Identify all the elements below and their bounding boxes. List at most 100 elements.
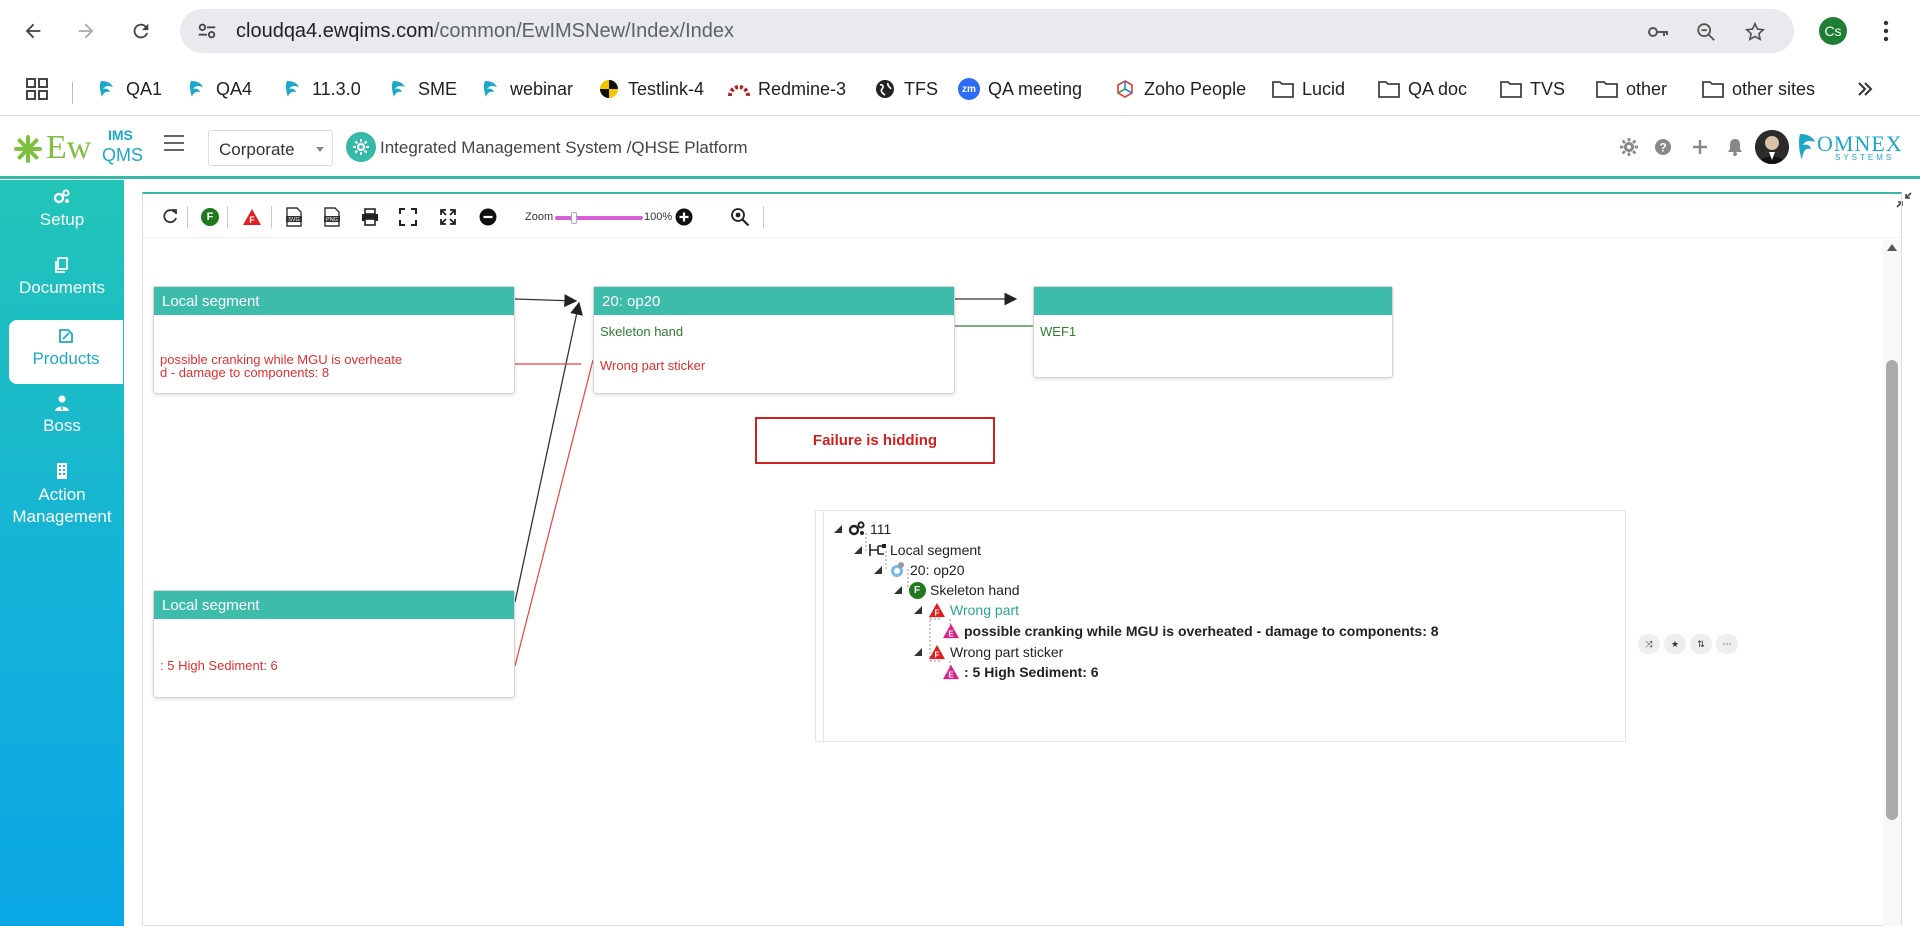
bookmark-zoho-people[interactable]: Zoho People [1114, 74, 1246, 104]
function-filter-button[interactable]: F [199, 206, 221, 228]
zoom-in-button[interactable] [673, 206, 695, 228]
sidebar-item-action-management[interactable]: Action Management [0, 462, 124, 528]
scroll-up-icon[interactable] [1887, 244, 1897, 251]
notification-bell-icon[interactable] [1724, 136, 1746, 158]
structure-tree-panel: 111 Local segment 20: op20 F Skeleton ha… [815, 510, 1738, 743]
chevron-down-icon [316, 147, 324, 152]
tree-node-effect-1[interactable]: E possible cranking while MGU is overhea… [942, 621, 1439, 641]
refresh-button[interactable] [159, 206, 181, 228]
forward-button[interactable] [68, 13, 104, 49]
failure-hidden-notice: Failure is hidding [755, 417, 995, 464]
node-failure-effect-line: d - damage to components: 8 [160, 365, 330, 380]
toolbar-separator [187, 206, 188, 228]
bookmark-tvs[interactable]: TVS [1500, 74, 1565, 104]
back-button[interactable] [15, 13, 51, 49]
node-wef1[interactable]: WEF1 [1033, 286, 1393, 378]
folder-icon [1596, 78, 1618, 100]
omnex-logo-subtext: SYSTEMS [1835, 153, 1895, 162]
node-op20[interactable]: 20: op20 Skeleton hand Wrong part sticke… [593, 286, 955, 394]
tree-node-local-segment[interactable]: Local segment [854, 540, 981, 560]
password-key-icon[interactable] [1646, 20, 1670, 44]
bookmark-qa-doc[interactable]: QA doc [1378, 74, 1467, 104]
corporate-select[interactable]: Corporate [208, 130, 333, 166]
site-settings-icon[interactable] [196, 20, 218, 47]
tree-toggle-icon [834, 525, 842, 533]
fit-screen-button[interactable] [397, 206, 419, 228]
bookmark-redmine[interactable]: Redmine-3 [728, 74, 846, 104]
bookmark-testlink[interactable]: Testlink-4 [598, 74, 704, 104]
tree-node-label: 111 [870, 521, 892, 537]
tree-node-function[interactable]: F Skeleton hand [894, 580, 1020, 600]
menu-toggle-icon[interactable] [164, 135, 184, 153]
bookmark-other-sites[interactable]: other sites [1702, 74, 1815, 104]
search-zoom-button[interactable] [729, 206, 751, 228]
more-bookmarks-icon[interactable] [1856, 74, 1874, 104]
expand-arrows-icon [440, 209, 456, 225]
node-function-line: WEF1 [1040, 324, 1077, 339]
tree-node-label: Wrong part sticker [950, 644, 1064, 660]
address-bar[interactable]: cloudqa4.ewqims.com/common/EwIMSNew/Inde… [180, 9, 1794, 53]
add-icon[interactable] [1689, 136, 1711, 158]
bookmark-qa4[interactable]: QA4 [186, 74, 252, 104]
settings-gear-icon[interactable] [1618, 136, 1640, 158]
function-f-icon: F [201, 208, 219, 226]
node-local-segment-d[interactable]: Local segment : 5 High Sediment: 6 [153, 590, 515, 698]
browser-menu-icon[interactable] [1872, 17, 1900, 45]
tree-node-operation[interactable]: 20: op20 [874, 560, 965, 580]
tree-node-root[interactable]: 111 [834, 519, 891, 539]
bookmark-star-icon[interactable] [1743, 20, 1767, 44]
vertical-scrollbar[interactable] [1883, 240, 1901, 926]
apps-grid-icon[interactable] [26, 74, 48, 104]
fit-screen-icon [399, 208, 417, 226]
sidebar-item-documents[interactable]: Documents [0, 256, 124, 298]
bookmark-sme[interactable]: SME [388, 74, 457, 104]
zoom-slider[interactable] [555, 216, 643, 220]
print-button[interactable] [359, 206, 381, 228]
bookmark-webinar[interactable]: webinar [480, 74, 573, 104]
bookmark-tfs[interactable]: TFS [874, 74, 938, 104]
star-icon[interactable]: ★ [1664, 634, 1686, 654]
effect-row-actions: ⤨ ★ ⇅ ⋯ [1638, 634, 1738, 654]
export-png-button[interactable]: PNG [321, 206, 343, 228]
zoom-out-icon[interactable] [1694, 20, 1718, 44]
main-content: F F SVG PNG Zoom 100% Local segment poss… [124, 180, 1920, 926]
svg-text:E: E [948, 670, 954, 679]
sidebar-item-setup[interactable]: Setup [0, 188, 124, 230]
zoom-icon: zm [958, 78, 980, 100]
tree-toggle-icon [874, 566, 882, 574]
omnex-logo: OMNEX SYSTEMS [1797, 129, 1909, 165]
tree-node-failure-wrong-part[interactable]: F Wrong part [914, 600, 1019, 620]
toolbar-separator [763, 206, 764, 228]
tree-node-effect-2[interactable]: E : 5 High Sediment: 6 [942, 662, 1099, 682]
bookmark-other[interactable]: other [1596, 74, 1667, 104]
tree-node-failure-wrong-part-sticker[interactable]: F Wrong part sticker [914, 642, 1063, 662]
reload-button[interactable] [123, 13, 159, 49]
profile-avatar[interactable]: Cs [1819, 17, 1847, 45]
ewqims-logo[interactable]: Ew IMS QMS [12, 125, 147, 171]
sidebar-item-boss[interactable]: Boss [0, 394, 124, 436]
bookmark-qa-meeting[interactable]: zm QA meeting [958, 74, 1082, 104]
bookmark-label: TVS [1530, 78, 1566, 99]
zoom-slider-handle[interactable] [571, 212, 577, 224]
expand-button[interactable] [437, 206, 459, 228]
export-svg-button[interactable]: SVG [283, 206, 305, 228]
help-icon[interactable]: ? [1652, 136, 1674, 158]
sort-icon[interactable]: ⇅ [1690, 634, 1712, 654]
logo-text-top: IMS [108, 127, 133, 143]
failure-filter-button[interactable]: F [241, 206, 263, 228]
scrollbar-thumb[interactable] [1886, 360, 1898, 820]
shuffle-icon[interactable]: ⤨ [1638, 634, 1660, 654]
zoom-out-button[interactable] [477, 206, 499, 228]
toolbar-separator [271, 206, 272, 228]
bookmark-qa1[interactable]: QA1 [96, 74, 162, 104]
failure-warning-icon: F [928, 643, 946, 661]
user-avatar[interactable] [1755, 130, 1789, 164]
bookmark-lucid[interactable]: Lucid [1272, 74, 1345, 104]
node-local-segment-a[interactable]: Local segment possible cranking while MG… [153, 286, 515, 394]
more-options-icon[interactable]: ⋯ [1716, 634, 1738, 654]
zoom-value: 100% [644, 211, 673, 223]
bookmark-1130[interactable]: 11.3.0 [282, 74, 361, 104]
folder-icon [1500, 78, 1522, 100]
bookmark-divider [72, 82, 73, 104]
sidebar-item-products[interactable]: Products [9, 320, 123, 384]
